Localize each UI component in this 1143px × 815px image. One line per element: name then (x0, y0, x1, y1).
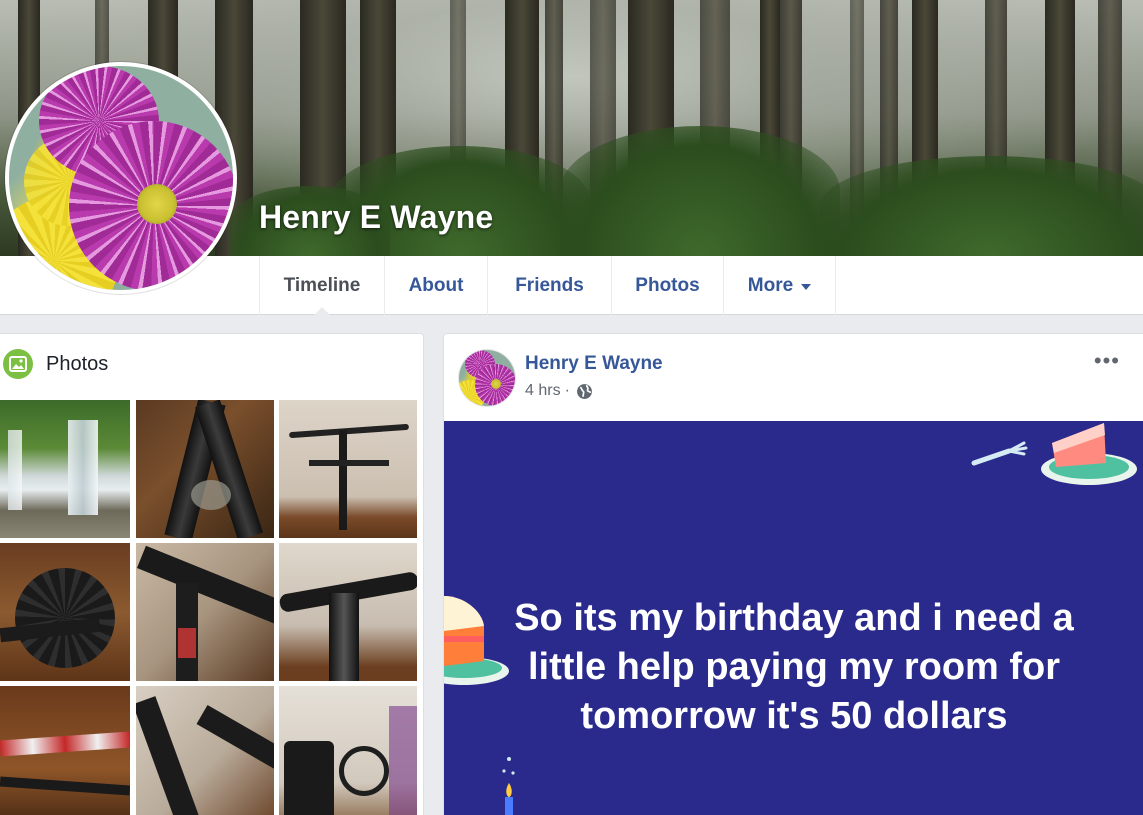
photo-thumbnail[interactable] (0, 686, 130, 815)
photos-card: Photos (0, 333, 424, 815)
cake-slice-icon (971, 423, 1137, 485)
chevron-down-icon (801, 283, 812, 290)
tab-friends-label: Friends (515, 274, 584, 296)
photo-thumbnail[interactable] (0, 543, 130, 681)
post-author-avatar[interactable] (459, 350, 515, 406)
tab-more[interactable]: More (723, 256, 836, 315)
tab-timeline-label: Timeline (283, 274, 361, 296)
tab-about-label: About (408, 274, 464, 296)
photos-title[interactable]: Photos (46, 353, 108, 376)
candle-icon (502, 757, 515, 815)
photo-thumbnail[interactable] (136, 400, 274, 538)
photos-icon (3, 349, 33, 379)
photos-header: Photos (0, 349, 108, 379)
post-card: Henry E Wayne 4 hrs · ••• So its my birt… (443, 333, 1143, 815)
photo-thumbnail[interactable] (136, 543, 274, 681)
profile-picture-image (9, 66, 233, 290)
tab-about[interactable]: About (384, 256, 487, 315)
photo-thumbnail[interactable] (0, 400, 130, 538)
profile-page: Henry E Wayne Timeline About Friends Pho… (0, 0, 1143, 815)
profile-picture[interactable] (5, 62, 237, 294)
post-background: So its my birthday and i need a little h… (444, 421, 1143, 815)
tab-photos[interactable]: Photos (611, 256, 723, 315)
post-timestamp[interactable]: 4 hrs (525, 382, 561, 400)
post-meta: 4 hrs · (525, 382, 593, 400)
photo-thumbnail[interactable] (136, 686, 274, 815)
profile-tabs: Timeline About Friends Photos More (259, 256, 836, 316)
globe-icon[interactable] (576, 383, 593, 400)
tab-more-label: More (747, 274, 794, 296)
meta-separator: · (564, 382, 570, 399)
photo-thumbnail[interactable] (279, 400, 417, 538)
tab-timeline[interactable]: Timeline (259, 256, 384, 316)
post-author-name[interactable]: Henry E Wayne (525, 353, 663, 375)
tab-photos-label: Photos (635, 274, 700, 296)
profile-name[interactable]: Henry E Wayne (259, 199, 493, 236)
more-options-icon[interactable]: ••• (1094, 348, 1120, 374)
tab-friends[interactable]: Friends (487, 256, 611, 315)
photo-thumbnail[interactable] (279, 686, 417, 815)
photo-thumbnail[interactable] (279, 543, 417, 681)
post-text: So its my birthday and i need a little h… (514, 597, 1074, 737)
